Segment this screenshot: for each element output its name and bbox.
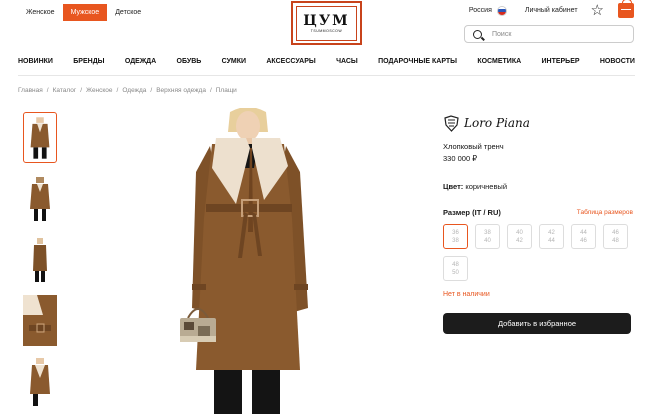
size-it: 44 <box>580 229 587 236</box>
nav-brands[interactable]: БРЕНДЫ <box>73 58 104 65</box>
product-thumbnail[interactable] <box>23 173 57 224</box>
size-it: 40 <box>516 229 523 236</box>
main-nav: НОВИНКИ БРЕНДЫ ОДЕЖДА ОБУВЬ СУМКИ АКСЕСС… <box>18 58 635 65</box>
size-option[interactable]: 48 50 <box>443 256 468 281</box>
product-thumbnail[interactable] <box>23 112 57 163</box>
breadcrumb-clothing[interactable]: Одежда <box>122 87 146 94</box>
breadcrumb-catalog[interactable]: Каталог <box>53 87 77 94</box>
nav-interior[interactable]: ИНТЕРЬЕР <box>541 58 579 65</box>
product-info: Loro Piana Хлопковый тренч 330 000 ₽ Цве… <box>443 113 633 334</box>
size-it: 38 <box>484 229 491 236</box>
color-label: Цвет: <box>443 182 464 191</box>
size-ru: 50 <box>452 269 459 276</box>
breadcrumb-women[interactable]: Женское <box>86 87 113 94</box>
size-it: 42 <box>548 229 555 236</box>
shopping-bag-icon[interactable] <box>618 0 634 18</box>
nav-cosmetics[interactable]: КОСМЕТИКА <box>477 58 521 65</box>
size-option[interactable]: 44 46 <box>571 224 596 249</box>
breadcrumb: Главная / Каталог / Женское / Одежда / Верхн… <box>18 87 237 94</box>
tab-men[interactable]: Мужское <box>62 4 108 21</box>
size-option[interactable]: 42 44 <box>539 224 564 249</box>
size-option[interactable]: 36 38 <box>443 224 468 249</box>
size-ru: 48 <box>612 237 619 244</box>
nav-bags[interactable]: СУМКИ <box>222 58 246 65</box>
tab-women[interactable]: Женское <box>18 4 63 21</box>
region-selector[interactable]: Россия <box>469 7 492 14</box>
nav-shoes[interactable]: ОБУВЬ <box>177 58 202 65</box>
size-chart-link[interactable]: Таблица размеров <box>577 209 633 216</box>
brand-header[interactable]: Loro Piana <box>443 113 633 133</box>
product-thumbnail[interactable] <box>23 234 57 285</box>
search-bar[interactable] <box>464 25 634 43</box>
breadcrumb-outerwear[interactable]: Верхняя одежда <box>156 87 206 94</box>
nav-clothing[interactable]: ОДЕЖДА <box>125 58 156 65</box>
size-ru: 46 <box>580 237 587 244</box>
nav-watches[interactable]: ЧАСЫ <box>336 58 358 65</box>
size-ru: 42 <box>516 237 523 244</box>
availability-status: Нет в наличии <box>443 291 490 298</box>
breadcrumb-coats[interactable]: Плащи <box>216 87 237 94</box>
color-value: коричневый <box>465 182 508 191</box>
size-system: (IT / RU) <box>472 208 501 217</box>
size-label: Размер <box>443 208 471 217</box>
tab-kids[interactable]: Детское <box>107 4 149 21</box>
size-ru: 38 <box>452 237 459 244</box>
size-ru: 44 <box>548 237 555 244</box>
size-title: Размер (IT / RU) <box>443 208 501 217</box>
size-ru: 40 <box>484 237 491 244</box>
logo-letters: ЦУМ <box>303 13 350 29</box>
nav-news[interactable]: НОВОСТИ <box>600 58 635 65</box>
site-logo[interactable]: ЦУМ TSUMMOSCOW <box>291 1 362 45</box>
nav-accessories[interactable]: АКСЕССУАРЫ <box>266 58 315 65</box>
gender-tabs: Женское Мужское Детское <box>18 4 149 21</box>
thumbnail-list <box>23 112 57 414</box>
star-icon[interactable]: ☆ <box>591 3 604 18</box>
size-option[interactable]: 46 48 <box>603 224 628 249</box>
logo-subtitle: TSUMMOSCOW <box>310 29 343 33</box>
color-info: Цвет: коричневый <box>443 182 633 191</box>
size-it: 48 <box>452 261 459 268</box>
nav-new[interactable]: НОВИНКИ <box>18 58 53 65</box>
search-input[interactable] <box>492 30 622 38</box>
size-option[interactable]: 38 40 <box>475 224 500 249</box>
product-thumbnail[interactable] <box>23 356 57 407</box>
nav-gift-cards[interactable]: ПОДАРОЧНЫЕ КАРТЫ <box>378 58 457 65</box>
product-price: 330 000 ₽ <box>443 154 477 163</box>
size-option[interactable]: 40 42 <box>507 224 532 249</box>
size-selector: 36 38 38 40 40 42 42 44 44 46 46 48 48 5… <box>443 224 638 288</box>
russia-flag-icon[interactable] <box>496 5 507 16</box>
header-actions: Россия Личный кабинет ☆ <box>469 0 634 18</box>
size-it: 46 <box>612 229 619 236</box>
account-link[interactable]: Личный кабинет <box>525 7 578 14</box>
size-header: Размер (IT / RU) Таблица размеров <box>443 208 633 217</box>
nav-divider <box>18 75 635 76</box>
breadcrumb-home[interactable]: Главная <box>18 87 43 94</box>
brand-name[interactable]: Loro Piana <box>464 116 530 130</box>
brand-crest-icon <box>444 114 459 132</box>
product-main-image[interactable] <box>168 107 328 414</box>
product-thumbnail[interactable] <box>23 295 57 346</box>
search-icon[interactable] <box>473 29 482 39</box>
add-to-favorites-button[interactable]: Добавить в избранное <box>443 313 631 334</box>
product-title: Хлопковый тренч <box>443 142 504 151</box>
size-it: 36 <box>452 229 459 236</box>
